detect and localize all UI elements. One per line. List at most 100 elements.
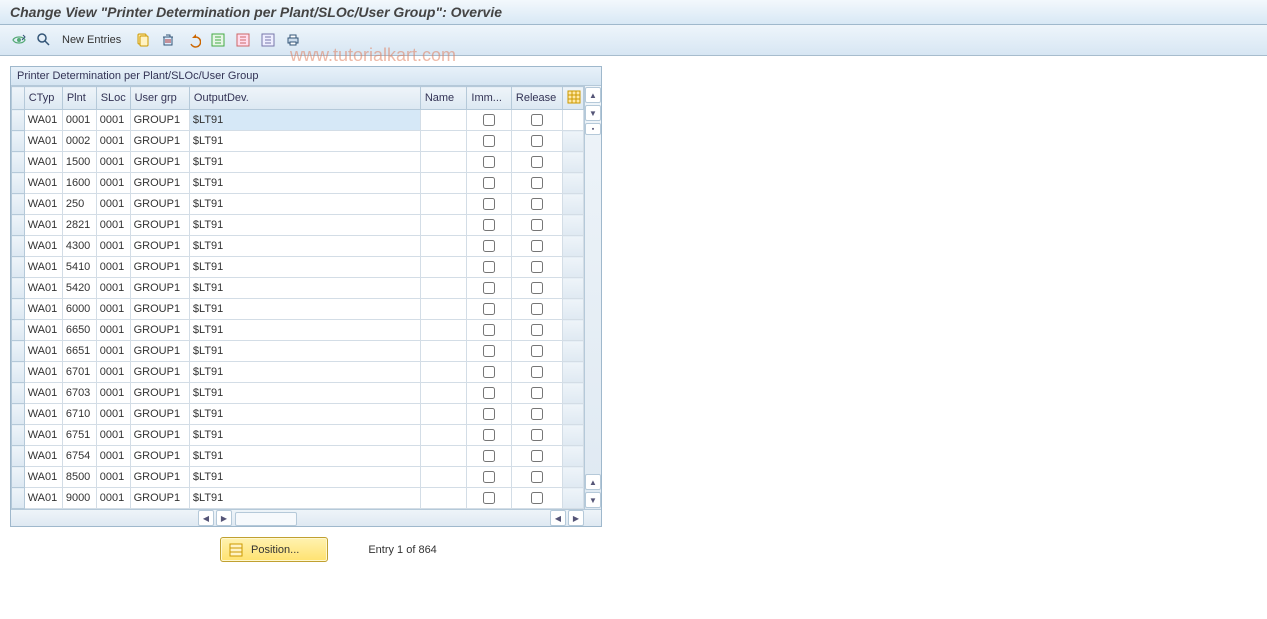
release-checkbox[interactable] — [531, 429, 543, 441]
table-row[interactable]: WA0100020001GROUP1$LT91 — [12, 131, 584, 152]
cell-imm[interactable] — [467, 425, 511, 446]
imm-checkbox[interactable] — [483, 492, 495, 504]
cell-imm[interactable] — [467, 236, 511, 257]
scroll-up-end-icon[interactable]: ▲ — [585, 474, 601, 490]
row-selector[interactable] — [12, 488, 25, 509]
imm-checkbox[interactable] — [483, 219, 495, 231]
imm-checkbox[interactable] — [483, 366, 495, 378]
table-row[interactable]: WA0167030001GROUP1$LT91 — [12, 383, 584, 404]
table-row[interactable]: WA012500001GROUP1$LT91 — [12, 194, 584, 215]
cell-sloc[interactable]: 0001 — [96, 341, 130, 362]
cell-name[interactable] — [420, 446, 467, 467]
release-checkbox[interactable] — [531, 303, 543, 315]
cell-outputdev[interactable]: $LT91 — [189, 257, 420, 278]
imm-checkbox[interactable] — [483, 471, 495, 483]
undo-icon[interactable] — [182, 29, 204, 51]
imm-checkbox[interactable] — [483, 156, 495, 168]
col-select[interactable] — [12, 87, 25, 110]
row-selector[interactable] — [12, 257, 25, 278]
cell-release[interactable] — [511, 278, 562, 299]
row-selector[interactable] — [12, 110, 25, 131]
cell-plnt[interactable]: 1500 — [62, 152, 96, 173]
cell-sloc[interactable]: 0001 — [96, 383, 130, 404]
cell-name[interactable] — [420, 425, 467, 446]
cell-imm[interactable] — [467, 110, 511, 131]
cell-name[interactable] — [420, 278, 467, 299]
cell-release[interactable] — [511, 362, 562, 383]
cell-name[interactable] — [420, 467, 467, 488]
cell-name[interactable] — [420, 383, 467, 404]
imm-checkbox[interactable] — [483, 240, 495, 252]
imm-checkbox[interactable] — [483, 114, 495, 126]
cell-sloc[interactable]: 0001 — [96, 131, 130, 152]
row-selector[interactable] — [12, 278, 25, 299]
cell-user-grp[interactable]: GROUP1 — [130, 131, 189, 152]
position-button[interactable]: Position... — [220, 537, 328, 562]
cell-outputdev[interactable]: $LT91 — [189, 425, 420, 446]
cell-imm[interactable] — [467, 488, 511, 509]
cell-name[interactable] — [420, 173, 467, 194]
table-row[interactable]: WA0185000001GROUP1$LT91 — [12, 467, 584, 488]
cell-name[interactable] — [420, 341, 467, 362]
cell-outputdev[interactable]: $LT91 — [189, 488, 420, 509]
imm-checkbox[interactable] — [483, 135, 495, 147]
other-view-icon[interactable] — [8, 29, 30, 51]
cell-plnt[interactable]: 6703 — [62, 383, 96, 404]
release-checkbox[interactable] — [531, 471, 543, 483]
cell-sloc[interactable]: 0001 — [96, 257, 130, 278]
cell-name[interactable] — [420, 236, 467, 257]
cell-outputdev[interactable]: $LT91 — [189, 194, 420, 215]
cell-release[interactable] — [511, 320, 562, 341]
cell-outputdev[interactable]: $LT91 — [189, 173, 420, 194]
cell-sloc[interactable]: 0001 — [96, 110, 130, 131]
cell-ctyp[interactable]: WA01 — [24, 257, 62, 278]
table-row[interactable]: WA0190000001GROUP1$LT91 — [12, 488, 584, 509]
cell-name[interactable] — [420, 194, 467, 215]
cell-imm[interactable] — [467, 194, 511, 215]
col-ctyp[interactable]: CTyp — [24, 87, 62, 110]
imm-checkbox[interactable] — [483, 303, 495, 315]
col-imm[interactable]: Imm... — [467, 87, 511, 110]
cell-release[interactable] — [511, 257, 562, 278]
new-entries-button[interactable]: New Entries — [58, 34, 129, 46]
cell-ctyp[interactable]: WA01 — [24, 362, 62, 383]
table-row[interactable]: WA0166510001GROUP1$LT91 — [12, 341, 584, 362]
cell-imm[interactable] — [467, 215, 511, 236]
cell-sloc[interactable]: 0001 — [96, 467, 130, 488]
cell-outputdev[interactable]: $LT91 — [189, 320, 420, 341]
cell-plnt[interactable]: 6751 — [62, 425, 96, 446]
cell-outputdev[interactable]: $LT91 — [189, 383, 420, 404]
cell-ctyp[interactable]: WA01 — [24, 425, 62, 446]
cell-sloc[interactable]: 0001 — [96, 446, 130, 467]
table-row[interactable]: WA0167100001GROUP1$LT91 — [12, 404, 584, 425]
scroll-track[interactable] — [586, 136, 600, 473]
cell-sloc[interactable]: 0001 — [96, 488, 130, 509]
col-name[interactable]: Name — [420, 87, 467, 110]
imm-checkbox[interactable] — [483, 450, 495, 462]
table-row[interactable]: WA0167540001GROUP1$LT91 — [12, 446, 584, 467]
row-selector[interactable] — [12, 173, 25, 194]
cell-plnt[interactable]: 5420 — [62, 278, 96, 299]
cell-release[interactable] — [511, 383, 562, 404]
table-row[interactable]: WA0100010001GROUP1$LT91 — [12, 110, 584, 131]
cell-user-grp[interactable]: GROUP1 — [130, 215, 189, 236]
cell-imm[interactable] — [467, 320, 511, 341]
cell-release[interactable] — [511, 341, 562, 362]
cell-plnt[interactable]: 2821 — [62, 215, 96, 236]
cell-outputdev[interactable]: $LT91 — [189, 131, 420, 152]
cell-user-grp[interactable]: GROUP1 — [130, 236, 189, 257]
row-selector[interactable] — [12, 215, 25, 236]
row-selector[interactable] — [12, 404, 25, 425]
cell-outputdev[interactable]: $LT91 — [189, 404, 420, 425]
cell-release[interactable] — [511, 173, 562, 194]
col-sloc[interactable]: SLoc — [96, 87, 130, 110]
table-row[interactable]: WA0167510001GROUP1$LT91 — [12, 425, 584, 446]
table-settings-icon[interactable] — [567, 90, 581, 104]
cell-plnt[interactable]: 6650 — [62, 320, 96, 341]
cell-ctyp[interactable]: WA01 — [24, 131, 62, 152]
cell-release[interactable] — [511, 110, 562, 131]
cell-sloc[interactable]: 0001 — [96, 299, 130, 320]
cell-sloc[interactable]: 0001 — [96, 278, 130, 299]
scroll-left-end-icon[interactable]: ◀ — [550, 510, 566, 526]
find-icon[interactable] — [33, 29, 55, 51]
